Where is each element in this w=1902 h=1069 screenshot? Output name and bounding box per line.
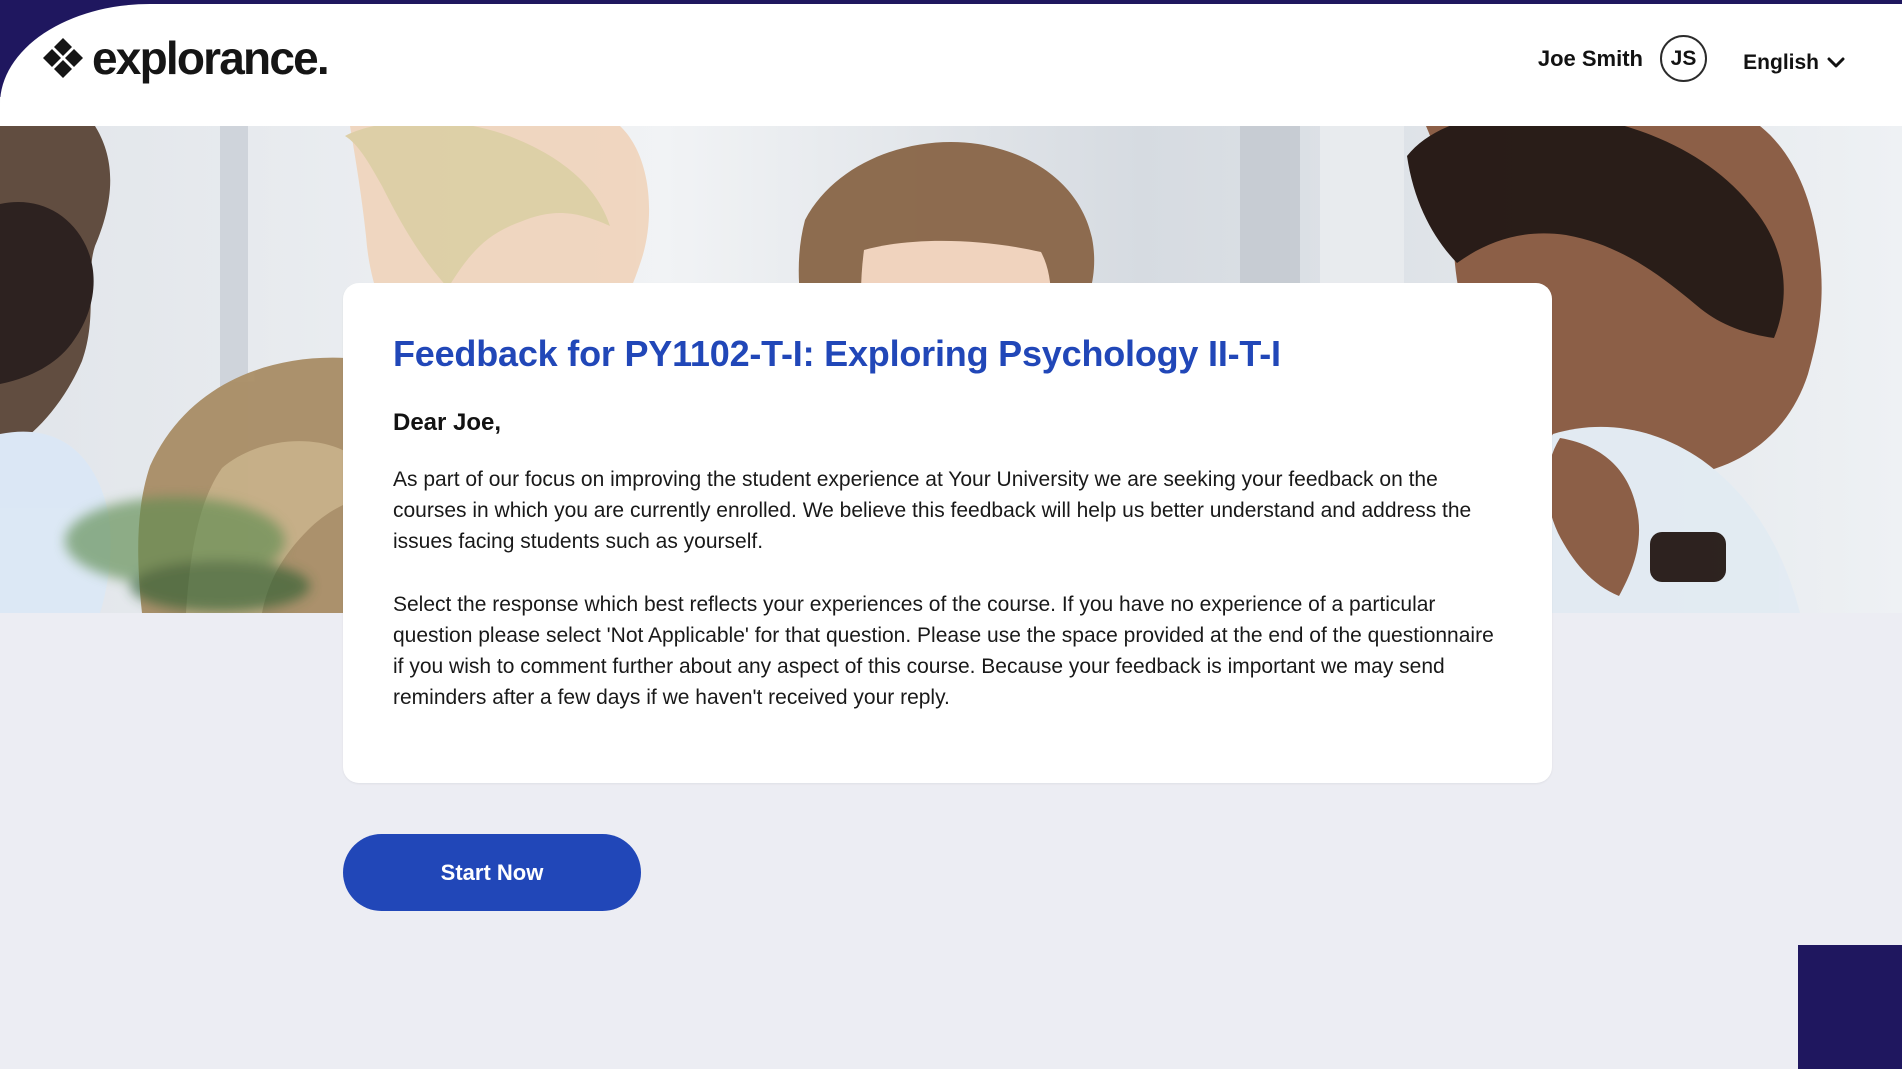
intro-paragraph: As part of our focus on improving the st… — [393, 467, 1472, 553]
language-selector[interactable]: English — [1743, 51, 1845, 75]
instructions-paragraph: Select the response which best reflects … — [393, 592, 1494, 709]
start-now-button[interactable]: Start Now — [343, 834, 641, 911]
user-menu[interactable]: Joe Smith JS — [1538, 35, 1707, 82]
greeting: Dear Joe, — [393, 409, 502, 437]
brand-name: explorance. — [92, 32, 330, 84]
top-header: explorance. Joe Smith JS English — [0, 4, 1902, 126]
avatar[interactable]: JS — [1660, 35, 1707, 82]
page-title: Feedback for PY1102-T-I: Exploring Psych… — [393, 333, 1281, 374]
frame-bottom-right-accent — [1798, 945, 1902, 1069]
explorance-logo-icon — [43, 38, 83, 78]
user-name: Joe Smith — [1537, 45, 1643, 71]
feedback-card: Feedback for PY1102-T-I: Exploring Psych… — [343, 283, 1552, 783]
brand-logo: explorance. — [41, 32, 330, 84]
chevron-down-icon — [1827, 57, 1845, 68]
language-label: English — [1743, 51, 1819, 74]
